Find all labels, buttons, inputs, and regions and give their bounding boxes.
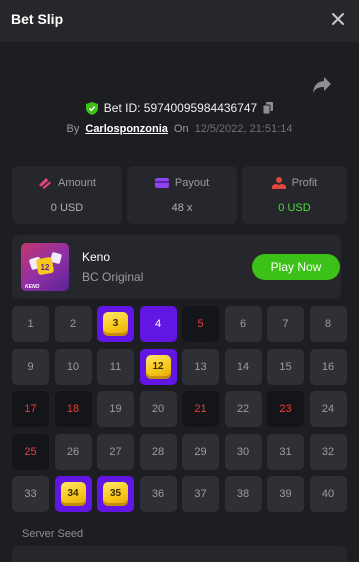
server-seed-label: Server Seed bbox=[22, 528, 84, 540]
keno-cell-28: 28 bbox=[139, 433, 177, 470]
keno-cell-22: 22 bbox=[224, 391, 262, 427]
keno-logo-icon: 12 KENO bbox=[25, 252, 62, 290]
svg-text:KENO: KENO bbox=[25, 284, 40, 290]
profit-label: Profit bbox=[291, 177, 318, 189]
keno-cell-10: 10 bbox=[54, 348, 92, 385]
keno-cell-23: 23 bbox=[267, 391, 304, 427]
keno-cell-31: 31 bbox=[267, 433, 304, 470]
on-label: On bbox=[173, 123, 189, 135]
keno-cell-24: 24 bbox=[309, 391, 347, 427]
by-label: By bbox=[66, 123, 80, 135]
play-now-button[interactable]: Play Now bbox=[252, 254, 340, 280]
keno-cell-15: 15 bbox=[267, 348, 304, 385]
keno-cell-4: 4 bbox=[139, 306, 177, 342]
keno-cell-1: 1 bbox=[12, 306, 49, 342]
keno-cell-5: 5 bbox=[182, 306, 219, 342]
keno-cell-19: 19 bbox=[97, 391, 134, 427]
keno-cell-34: 34 bbox=[54, 476, 92, 512]
keno-cell-30: 30 bbox=[224, 433, 262, 470]
keno-cell-20: 20 bbox=[139, 391, 177, 427]
bet-slip-header: Bet Slip bbox=[0, 0, 359, 42]
svg-text:12: 12 bbox=[41, 263, 50, 272]
keno-hit-gem-12: 12 bbox=[145, 354, 171, 379]
payout-card: Payout 48 x bbox=[127, 166, 237, 224]
copy-icon[interactable] bbox=[263, 102, 274, 114]
amount-label: Amount bbox=[58, 177, 96, 189]
keno-hit-gem-3: 3 bbox=[103, 312, 128, 336]
server-seed-field[interactable] bbox=[12, 546, 347, 562]
keno-cell-13: 13 bbox=[182, 348, 219, 385]
keno-cell-36: 36 bbox=[139, 476, 177, 512]
keno-cell-3: 3 bbox=[97, 306, 134, 342]
keno-cell-11: 11 bbox=[97, 348, 134, 385]
keno-cell-17: 17 bbox=[12, 391, 49, 427]
game-provider: BC Original bbox=[82, 270, 144, 284]
keno-cell-9: 9 bbox=[12, 348, 49, 385]
keno-cell-7: 7 bbox=[267, 306, 304, 342]
keno-game-thumbnail[interactable]: 12 KENO bbox=[21, 243, 69, 291]
keno-hit-gem-35: 35 bbox=[103, 482, 128, 506]
keno-cell-21: 21 bbox=[182, 391, 219, 427]
profit-card: Profit 0 USD bbox=[242, 166, 347, 224]
keno-cell-37: 37 bbox=[182, 476, 219, 512]
keno-cell-29: 29 bbox=[182, 433, 219, 470]
share-icon[interactable] bbox=[312, 76, 332, 94]
keno-cell-25: 25 bbox=[12, 433, 49, 470]
game-name: Keno bbox=[82, 250, 111, 264]
keno-cell-33: 33 bbox=[12, 476, 49, 512]
keno-cell-32: 32 bbox=[309, 433, 347, 470]
player-username-link[interactable]: Carlosponzonia bbox=[85, 123, 168, 135]
profit-icon bbox=[271, 177, 286, 189]
bet-author-row: By Carlosponzonia On 12/5/2022, 21:51:14 bbox=[0, 121, 359, 137]
bet-date: 12/5/2022, 21:51:14 bbox=[194, 123, 293, 135]
bet-id-row: Bet ID: 59740095984436747 bbox=[0, 100, 359, 116]
payout-value: 48 x bbox=[171, 202, 193, 214]
keno-number-grid: 1 2 3 4 5 6 7 8 9 10 11 12 13 14 15 16 17 18 19 20 21 22 23 24 2… bbox=[12, 306, 350, 516]
amount-icon bbox=[39, 178, 52, 189]
verified-shield-icon bbox=[85, 101, 98, 115]
keno-cell-18: 18 bbox=[54, 391, 92, 427]
keno-cell-12: 12 bbox=[139, 348, 177, 385]
keno-cell-8: 8 bbox=[309, 306, 347, 342]
keno-cell-35: 35 bbox=[97, 476, 134, 512]
keno-cell-16: 16 bbox=[309, 348, 347, 385]
keno-cell-27: 27 bbox=[97, 433, 134, 470]
bet-id-text: Bet ID: 59740095984436747 bbox=[103, 101, 258, 115]
keno-cell-40: 40 bbox=[309, 476, 347, 512]
amount-card: Amount 0 USD bbox=[12, 166, 122, 224]
keno-cell-38: 38 bbox=[224, 476, 262, 512]
keno-cell-2: 2 bbox=[54, 306, 92, 342]
close-icon[interactable] bbox=[327, 8, 349, 30]
keno-hit-gem-34: 34 bbox=[60, 482, 86, 506]
wallet-icon bbox=[154, 178, 169, 188]
keno-cell-26: 26 bbox=[54, 433, 92, 470]
keno-cell-39: 39 bbox=[267, 476, 304, 512]
game-card: 12 KENO Keno BC Original Play Now bbox=[12, 235, 341, 299]
amount-value: 0 USD bbox=[50, 202, 84, 214]
payout-label: Payout bbox=[174, 177, 210, 189]
bet-slip-title: Bet Slip bbox=[11, 11, 64, 27]
keno-cell-14: 14 bbox=[224, 348, 262, 385]
keno-cell-6: 6 bbox=[224, 306, 262, 342]
profit-value: 0 USD bbox=[278, 202, 311, 214]
